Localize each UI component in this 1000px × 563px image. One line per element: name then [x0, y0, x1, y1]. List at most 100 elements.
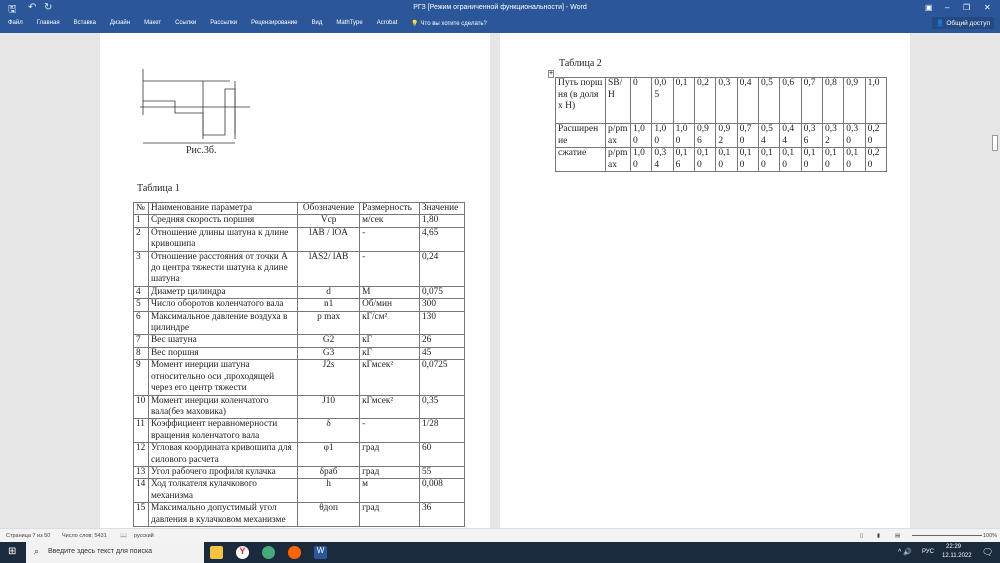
- table-cell: lAS2/ lAB: [297, 250, 361, 287]
- table-cell: 0,32: [821, 123, 845, 148]
- ribbon-display-icon[interactable]: ▣: [925, 3, 933, 12]
- table-cell: 0,35: [419, 394, 465, 420]
- table-cell: p/pmax: [605, 123, 631, 148]
- table-cell: 0,008: [419, 478, 465, 504]
- table-cell: 0,96: [693, 123, 717, 148]
- notifications-icon[interactable]: 🗨: [982, 547, 993, 558]
- figure-diagram: [140, 69, 250, 144]
- proofing-icon[interactable]: 📖: [120, 533, 127, 539]
- table-row: 13 Угол рабочего профиля кулачка δраб град 5…: [133, 465, 465, 480]
- table-row: сжатие p/pmax 1,00 0,34 0,16 0,10 0,10 0,10 0,10…: [555, 147, 888, 172]
- taskbar-search[interactable]: ⌕ Введите здесь текст для поиска: [26, 542, 204, 563]
- input-language[interactable]: РУС: [922, 549, 934, 555]
- tab-layout[interactable]: Макет: [144, 20, 161, 27]
- table-cell: SB/Н: [605, 77, 631, 124]
- table-cell: 0,10: [821, 147, 845, 172]
- table-cell: 0,30: [843, 123, 866, 148]
- table-cell: 0,2: [693, 77, 717, 124]
- language[interactable]: русский: [134, 533, 154, 539]
- table-row: 5 Число оборотов коленчатого вала n1 Об/мин…: [133, 298, 465, 312]
- tab-review[interactable]: Рецензирование: [251, 20, 297, 27]
- share-label: Общий доступ: [946, 20, 990, 27]
- clock-time[interactable]: 22:29: [946, 544, 961, 550]
- table-cell: G2: [297, 334, 361, 348]
- table-row: 2 Отношение длины шатуна к длине кривошип…: [133, 226, 465, 252]
- table-cell: Вес шатуна: [147, 334, 299, 348]
- minimize-icon[interactable]: –: [945, 3, 949, 12]
- table-cell: 0: [629, 77, 653, 124]
- table-cell: кГмсек²: [359, 394, 421, 420]
- vertical-scrollbar[interactable]: [990, 33, 1000, 528]
- table-row: 6 Максимальное давление воздуха в цилиндр…: [133, 310, 465, 336]
- app-icon[interactable]: [262, 546, 275, 559]
- page-count[interactable]: Страница 7 из 50: [6, 533, 50, 539]
- table-cell: град: [359, 502, 421, 527]
- table-cell: 26: [419, 334, 465, 348]
- pressure-table: Путь поршня (в долях Н) SB/Н 0 0,05 0,1 0,2 0,…: [555, 77, 888, 172]
- file-explorer-icon[interactable]: [210, 546, 223, 559]
- table-cell: 0,20: [864, 147, 888, 172]
- table-cell: -: [359, 418, 421, 444]
- table-cell: 2: [133, 226, 149, 252]
- tray-icons[interactable]: ^ 🔊: [898, 548, 912, 556]
- table-cell: 10: [133, 394, 149, 420]
- table-cell: 0,0725: [419, 359, 465, 396]
- figure-caption: Рис.3б.: [186, 145, 217, 156]
- table-cell: lAB / lOA: [297, 226, 361, 252]
- clock-date[interactable]: 12.11.2022: [942, 553, 972, 559]
- close-icon[interactable]: ✕: [984, 3, 991, 12]
- table-cell: Момент инерции шатуна относительно оси ,…: [147, 359, 299, 396]
- table-cell: 8: [133, 346, 149, 361]
- zoom-slider[interactable]: [912, 535, 982, 536]
- table-cell: 5: [133, 298, 149, 312]
- tell-me-box[interactable]: 💡 Что вы хотите сделать?: [411, 20, 500, 27]
- word-count[interactable]: Число слов: 5431: [62, 533, 107, 539]
- table-cell: Максимально допустимый угол давления в к…: [147, 502, 299, 527]
- maximize-icon[interactable]: ❐: [963, 3, 970, 12]
- word-taskbar-icon[interactable]: W: [314, 546, 327, 559]
- share-button[interactable]: 👤 Общий доступ: [932, 17, 994, 29]
- table-row: 14 Ход толкателя кулачкового механизма h м 0…: [133, 478, 465, 504]
- table-cell: 0,92: [715, 123, 738, 148]
- table-cell: град: [359, 442, 421, 467]
- table-cell: кГ: [359, 334, 421, 348]
- table-cell: 0,7: [800, 77, 823, 124]
- table-cell: 0,4: [736, 77, 759, 124]
- taskbar: ⊞ ⌕ Введите здесь текст для поиска Y W ^ …: [0, 542, 1000, 563]
- table-cell: 13: [133, 465, 149, 480]
- print-layout-icon[interactable]: ▮: [877, 533, 880, 539]
- table-cell: δ: [297, 418, 361, 444]
- table-cell: кГ: [359, 346, 421, 361]
- tab-acrobat[interactable]: Acrobat: [377, 20, 398, 27]
- table-cell: 0,05: [651, 77, 674, 124]
- table-cell: θдоп: [297, 502, 361, 527]
- tab-design[interactable]: Дизайн: [110, 20, 130, 27]
- tab-insert[interactable]: Вставка: [74, 20, 96, 27]
- document-page-1: Рис.3б. Таблица 1 № Наименование параметр…: [100, 33, 490, 528]
- table-cell: 0,34: [651, 147, 674, 172]
- table-cell: 0,10: [800, 147, 823, 172]
- table-cell: 7: [133, 334, 149, 348]
- table-row: 8 Вес поршня G3 кГ 45: [133, 346, 465, 361]
- tab-mailings[interactable]: Рассылки: [210, 20, 237, 27]
- table-cell: 0,5: [757, 77, 781, 124]
- table-move-handle-icon[interactable]: +: [548, 70, 555, 78]
- scrollbar-thumb[interactable]: [992, 135, 998, 151]
- tab-view[interactable]: Вид: [311, 20, 322, 27]
- table-cell: Об/мин: [359, 298, 421, 312]
- web-layout-icon[interactable]: ▤: [895, 533, 900, 539]
- table-cell: 300: [419, 298, 465, 312]
- tab-references[interactable]: Ссылки: [175, 20, 196, 27]
- zoom-level[interactable]: 100%: [983, 533, 997, 539]
- tab-home[interactable]: Главная: [37, 20, 60, 27]
- chrome-like-icon[interactable]: [288, 546, 301, 559]
- read-mode-icon[interactable]: ▯: [860, 533, 863, 539]
- table-cell: 45: [419, 346, 465, 361]
- table-cell: кГмсек²: [359, 359, 421, 396]
- yandex-browser-icon[interactable]: Y: [236, 546, 249, 559]
- tab-file[interactable]: Файл: [8, 20, 23, 27]
- table-cell: Отношение расстояния от точки А до центр…: [147, 250, 299, 287]
- table-cell: 0,16: [672, 147, 695, 172]
- tab-mathtype[interactable]: MathType: [336, 20, 362, 27]
- windows-start-icon[interactable]: ⊞: [8, 546, 16, 557]
